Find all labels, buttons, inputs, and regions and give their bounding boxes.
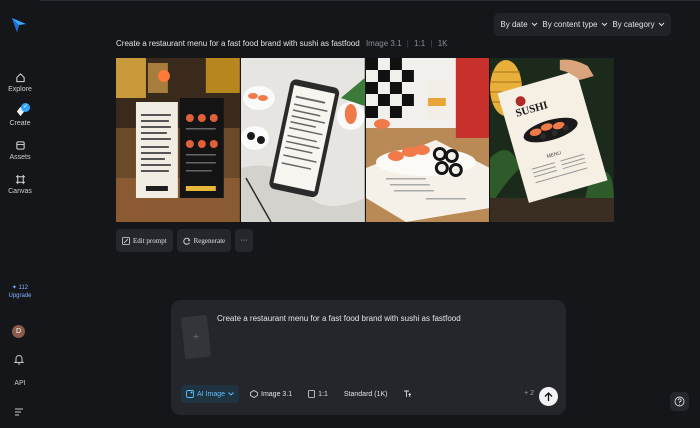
prompt-composer: + Create a restaurant menu for a fast fo…: [171, 300, 566, 415]
filter-label: By date: [500, 20, 528, 29]
sidebar-item-canvas[interactable]: Canvas: [0, 174, 40, 195]
send-button[interactable]: [539, 387, 558, 406]
chevron-down-icon: [601, 22, 607, 27]
add-image-button[interactable]: +: [180, 314, 212, 360]
sidebar-item-create[interactable]: ✓ Create: [0, 103, 40, 127]
sidebar-item-label: Explore: [8, 86, 32, 93]
api-link[interactable]: API: [0, 380, 40, 387]
upgrade-label: Upgrade: [8, 293, 32, 299]
chevron-down-icon: [228, 392, 234, 396]
text-format-button[interactable]: [398, 385, 417, 403]
sidebar: Explore ✓ Create Assets Canvas ✦ 112 Upg…: [0, 0, 40, 428]
filter-label: By category: [612, 20, 655, 29]
chevron-down-icon: [658, 22, 664, 27]
generation-model: Image 3.1: [365, 39, 402, 48]
image-grid: SUSHI MENU: [116, 58, 614, 222]
prompt-input[interactable]: Create a restaurant menu for a fast food…: [217, 314, 461, 323]
generation-resolution: 1K: [437, 39, 448, 48]
filter-by-content-type[interactable]: By content type: [542, 20, 607, 29]
image-actions: Edit prompt Regenerate ···: [116, 229, 254, 252]
sidebar-item-label: Create: [9, 120, 31, 127]
refresh-icon: [182, 237, 191, 245]
check-badge-icon: ✓: [21, 103, 30, 112]
arrow-up-icon: [544, 391, 553, 401]
sidebar-item-assets[interactable]: Assets: [0, 140, 40, 161]
help-button[interactable]: [670, 392, 689, 411]
generated-image-4[interactable]: SUSHI MENU: [490, 58, 614, 222]
generation-ratio: 1:1: [414, 39, 426, 48]
logo-icon[interactable]: [10, 16, 28, 34]
composer-toolbar: AI Image Image 3.1 1:1 Standard (1K): [181, 385, 417, 403]
generation-prompt: Create a restaurant menu for a fast food…: [116, 39, 360, 48]
model-select[interactable]: Image 3.1: [245, 385, 297, 403]
sidebar-item-label: Assets: [9, 154, 31, 161]
generated-image-2[interactable]: [240, 58, 365, 222]
canvas-icon: [15, 174, 25, 185]
quality-select[interactable]: Standard (1K): [339, 385, 393, 403]
ratio-icon: [308, 390, 316, 398]
generation-header: Create a restaurant menu for a fast food…: [116, 39, 448, 48]
home-icon: [15, 73, 25, 83]
avatar[interactable]: D: [12, 325, 25, 338]
quality-label: Standard (1K): [343, 390, 388, 398]
model-label: Image 3.1: [261, 390, 293, 398]
generated-image-3[interactable]: [365, 58, 490, 222]
menu-icon[interactable]: [13, 404, 25, 422]
chevron-down-icon: [531, 22, 537, 27]
filter-by-date[interactable]: By date: [500, 20, 537, 29]
text-format-icon: [404, 390, 412, 397]
top-divider: [40, 0, 700, 1]
sidebar-item-label: Canvas: [8, 188, 32, 195]
credits-count: ✦ 112: [11, 285, 29, 291]
ratio-label: 1:1: [318, 390, 328, 398]
edit-prompt-button[interactable]: Edit prompt: [116, 229, 173, 252]
ai-image-mode-select[interactable]: AI Image: [181, 385, 240, 403]
ratio-select[interactable]: 1:1: [303, 385, 333, 403]
ai-mode-label: AI Image: [197, 390, 226, 398]
model-icon: [250, 390, 258, 398]
upgrade-button[interactable]: ✦ 112 Upgrade: [4, 284, 36, 299]
edit-prompt-label: Edit prompt: [133, 236, 167, 245]
assets-icon: [15, 141, 25, 150]
plus-icon: +: [192, 331, 200, 343]
more-options-button[interactable]: ···: [235, 229, 254, 252]
regenerate-label: Regenerate: [193, 236, 226, 245]
filter-bar: By date By content type By category: [494, 13, 671, 36]
filter-label: By content type: [542, 20, 598, 29]
filter-by-category[interactable]: By category: [612, 20, 664, 29]
image-count[interactable]: + 2: [524, 390, 534, 397]
edit-icon: [122, 236, 130, 245]
regenerate-button[interactable]: Regenerate: [176, 229, 232, 252]
sidebar-item-explore[interactable]: Explore: [0, 72, 40, 93]
image-mode-icon: [186, 390, 194, 398]
generated-image-1[interactable]: [116, 58, 240, 222]
help-icon: [674, 396, 685, 407]
bell-icon[interactable]: [13, 352, 25, 370]
